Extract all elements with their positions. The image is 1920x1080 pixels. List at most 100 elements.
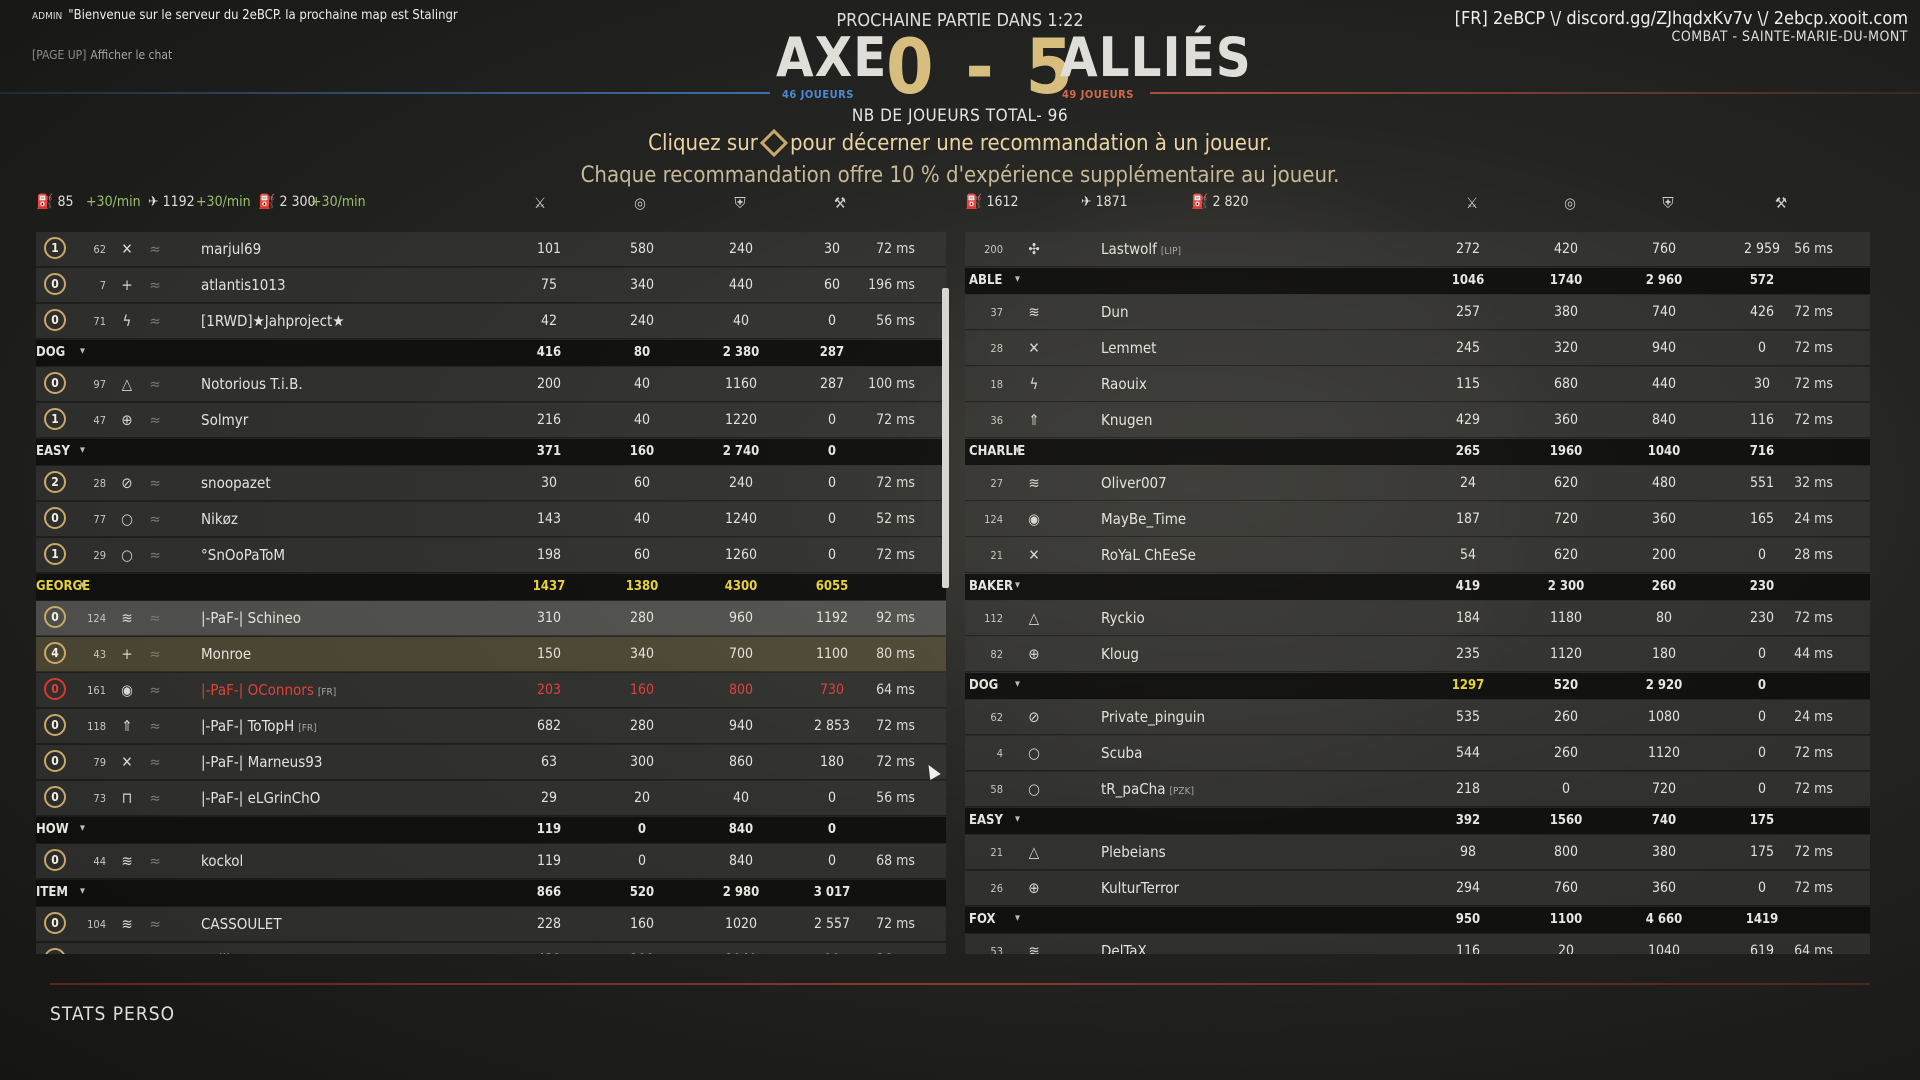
player-row[interactable]: 0 79 ✕ ≈ |-PaF-| Marneus93 63 300 860 180 72 ms <box>36 745 946 780</box>
commend-rank-icon[interactable]: 0 <box>44 309 66 331</box>
player-row[interactable]: 4 ○ Scuba 544 260 1120 0 72 ms <box>965 736 1870 771</box>
offense-column-icon[interactable]: ◎ <box>630 194 650 212</box>
chevron-down-icon[interactable]: ▾ <box>80 344 85 357</box>
chevron-down-icon[interactable]: ▾ <box>1015 812 1020 825</box>
player-row[interactable]: 200 ✣ Lastwolf [LIP] 272 420 760 2 959 56 ms <box>965 232 1870 267</box>
commend-rank-icon[interactable]: 0 <box>44 714 66 736</box>
player-row[interactable]: 1 47 ⊕ ≈ Solmyr 216 40 1220 0 72 ms <box>36 403 946 438</box>
player-row[interactable]: 0 71 ϟ ≈ [1RWD]★Jahproject★ 42 240 40 0 56 ms <box>36 304 946 339</box>
player-row[interactable]: 53 ≋ DelTaX 116 20 1040 619 64 ms <box>965 934 1870 954</box>
chevron-down-icon[interactable]: ▾ <box>1015 272 1020 285</box>
player-ping: 28 ms <box>1794 547 1833 563</box>
player-row[interactable]: 0 104 ≋ ≈ CASSOULET 228 160 1020 2 557 72 ms <box>36 907 946 942</box>
commend-rank-icon[interactable]: 0 <box>44 606 66 628</box>
squad-header[interactable]: ITEM ▾ 866 520 2 980 3 017 <box>36 880 946 906</box>
player-stat: 1220 <box>724 412 758 428</box>
defense-column-icon[interactable]: ⛨ <box>730 194 750 212</box>
commend-rank-icon[interactable]: 4 <box>44 642 66 664</box>
chevron-down-icon[interactable]: ▾ <box>80 884 85 897</box>
squad-header[interactable]: HOW ▾ 119 0 840 0 <box>36 817 946 843</box>
support-column-icon[interactable]: ⚒ <box>830 194 850 212</box>
squad-header[interactable]: ABLE ▾ 1046 1740 2 960 572 <box>965 268 1870 294</box>
recommendation-tip: Cliquez sur pour décerner une recommandat… <box>0 128 1920 158</box>
personal-stats-label[interactable]: STATS PERSO <box>50 1003 175 1025</box>
chevron-down-icon[interactable]: ▾ <box>80 821 85 834</box>
player-row[interactable]: 0 124 ≋ ≈ |-PaF-| Schineo 310 280 960 1192 92 ms <box>36 601 946 636</box>
player-row[interactable]: 112 △ Ryckio 184 1180 80 230 72 ms <box>965 601 1870 636</box>
combat-column-icon[interactable]: ⚔ <box>1462 194 1482 212</box>
player-stat: 184 <box>1455 610 1481 626</box>
player-ping: 72 ms <box>876 754 915 770</box>
player-row[interactable]: 27 ≋ Oliver007 24 620 480 551 32 ms <box>965 466 1870 501</box>
player-row[interactable]: 0 97 △ ≈ Notorious T.i.B. 200 40 1160 287 100 ms <box>36 367 946 402</box>
support-column-icon[interactable]: ⚒ <box>1771 194 1791 212</box>
squad-total: 0 <box>827 822 837 837</box>
player-row[interactable]: 28 ✕ Lemmet 245 320 940 0 72 ms <box>965 331 1870 366</box>
squad-header[interactable]: DOG ▾ 416 80 2 380 287 <box>36 340 946 366</box>
role-icon: + <box>121 276 133 294</box>
commend-rank-icon[interactable]: 0 <box>44 849 66 871</box>
chevron-down-icon[interactable]: ▾ <box>1015 578 1020 591</box>
commend-rank-icon[interactable]: 0 <box>44 750 66 772</box>
player-row[interactable]: 0 161 ◉ ≈ |-PaF-| OConnors [FR] 203 160 800 730 64… <box>36 673 946 708</box>
player-stat: 60 <box>633 475 651 491</box>
commend-rank-icon[interactable]: 1 <box>44 408 66 430</box>
role-icon: ✕ <box>1028 546 1040 564</box>
player-level: 44 <box>93 855 106 868</box>
squad-header[interactable]: EASY ▾ 392 1560 740 175 <box>965 808 1870 834</box>
squad-header[interactable]: CHARLIE ▾ 265 1960 1040 716 <box>965 439 1870 465</box>
player-row[interactable]: 62 ⊘ Private_pinguin 535 260 1080 0 24 ms <box>965 700 1870 735</box>
player-row[interactable]: 0 44 ≋ ≈ kockol 119 0 840 0 68 ms <box>36 844 946 879</box>
player-row[interactable]: 4 43 + ≈ Monroe 150 340 700 1100 80 ms <box>36 637 946 672</box>
commend-rank-icon[interactable]: 1 <box>44 543 66 565</box>
player-name-text: |-PaF-| ToTopH <box>201 717 295 735</box>
player-row[interactable]: 124 ◉ MayBe_Time 187 720 360 165 24 ms <box>965 502 1870 537</box>
player-row[interactable]: 0219◉≈Calibre43920010409036 ms <box>36 943 946 954</box>
squad-header[interactable]: DOG ▾ 1297 520 2 920 0 <box>965 673 1870 699</box>
commend-rank-icon[interactable]: 2 <box>44 471 66 493</box>
chevron-down-icon[interactable]: ▾ <box>1015 443 1020 456</box>
chat-hint-text: Afficher le chat <box>90 48 173 62</box>
chevron-down-icon[interactable]: ▾ <box>80 443 85 456</box>
commend-rank-icon[interactable]: 0 <box>44 273 66 295</box>
commend-rank-icon[interactable]: 1 <box>44 237 66 259</box>
player-row[interactable]: 0 77 ○ ≈ Nikøz 143 40 1240 0 52 ms <box>36 502 946 537</box>
defense-column-icon[interactable]: ⛨ <box>1658 194 1678 212</box>
player-row[interactable]: 1 29 ○ ≈ °SnOoPaToM 198 60 1260 0 72 ms <box>36 538 946 573</box>
commend-rank-icon[interactable]: 0 <box>44 786 66 808</box>
player-row[interactable]: 21 △ Plebeians 98 800 380 175 72 ms <box>965 835 1870 870</box>
player-row[interactable]: 2 28 ⊘ ≈ snoopazet 30 60 240 0 72 ms <box>36 466 946 501</box>
squad-total: 1437 <box>532 579 566 594</box>
squad-header[interactable]: GEORGE ▾ 1437 1380 4300 6055 <box>36 574 946 600</box>
commend-rank-icon[interactable]: 0 <box>44 678 66 700</box>
chat-hint[interactable]: [PAGE UP] Afficher le chat <box>32 48 172 62</box>
chevron-down-icon[interactable]: ▾ <box>80 578 85 591</box>
player-row[interactable]: 0 7 + ≈ atlantis1013 75 340 440 60 196 ms <box>36 268 946 303</box>
chevron-down-icon[interactable]: ▾ <box>1015 677 1020 690</box>
player-row[interactable]: 0 73 ⊓ ≈ |-PaF-| eLGrinChO 29 20 40 0 56 ms <box>36 781 946 816</box>
player-ping: 72 ms <box>1794 376 1833 392</box>
player-name: Calibre <box>201 951 252 954</box>
axis-scrollbar[interactable] <box>942 288 949 588</box>
player-row[interactable]: 18 ϟ Raouix 115 680 440 30 72 ms <box>965 367 1870 402</box>
commend-rank-icon[interactable]: 0 <box>44 912 66 934</box>
commend-rank-icon[interactable]: 0 <box>44 948 66 954</box>
squad-header[interactable]: EASY ▾ 371 160 2 740 0 <box>36 439 946 465</box>
player-row[interactable]: 26 ⊕ KulturTerror 294 760 360 0 72 ms <box>965 871 1870 906</box>
commend-rank-icon[interactable]: 0 <box>44 372 66 394</box>
player-row[interactable]: 37 ≋ Dun 257 380 740 426 72 ms <box>965 295 1870 330</box>
combat-column-icon[interactable]: ⚔ <box>530 194 550 212</box>
player-stat: 98 <box>1459 844 1477 860</box>
player-row[interactable]: 36 ⇑ Knugen 429 360 840 116 72 ms <box>965 403 1870 438</box>
player-row[interactable]: 1 62 ✕ ≈ marjul69 101 580 240 30 72 ms <box>36 232 946 267</box>
player-row[interactable]: 58 ○ tR_paCha [PZK] 218 0 720 0 72 ms <box>965 772 1870 807</box>
player-row[interactable]: 82 ⊕ Kloug 235 1120 180 0 44 ms <box>965 637 1870 672</box>
player-stat: 480 <box>1651 475 1677 491</box>
offense-column-icon[interactable]: ◎ <box>1560 194 1580 212</box>
commend-rank-icon[interactable]: 0 <box>44 507 66 529</box>
squad-header[interactable]: BAKER ▾ 419 2 300 260 230 <box>965 574 1870 600</box>
player-row[interactable]: 0 118 ⇑ ≈ |-PaF-| ToTopH [FR] 682 280 940 2 853 72… <box>36 709 946 744</box>
chevron-down-icon[interactable]: ▾ <box>1015 911 1020 924</box>
squad-header[interactable]: FOX ▾ 950 1100 4 660 1419 <box>965 907 1870 933</box>
player-row[interactable]: 21 ✕ RoYaL ChEeSe 54 620 200 0 28 ms <box>965 538 1870 573</box>
